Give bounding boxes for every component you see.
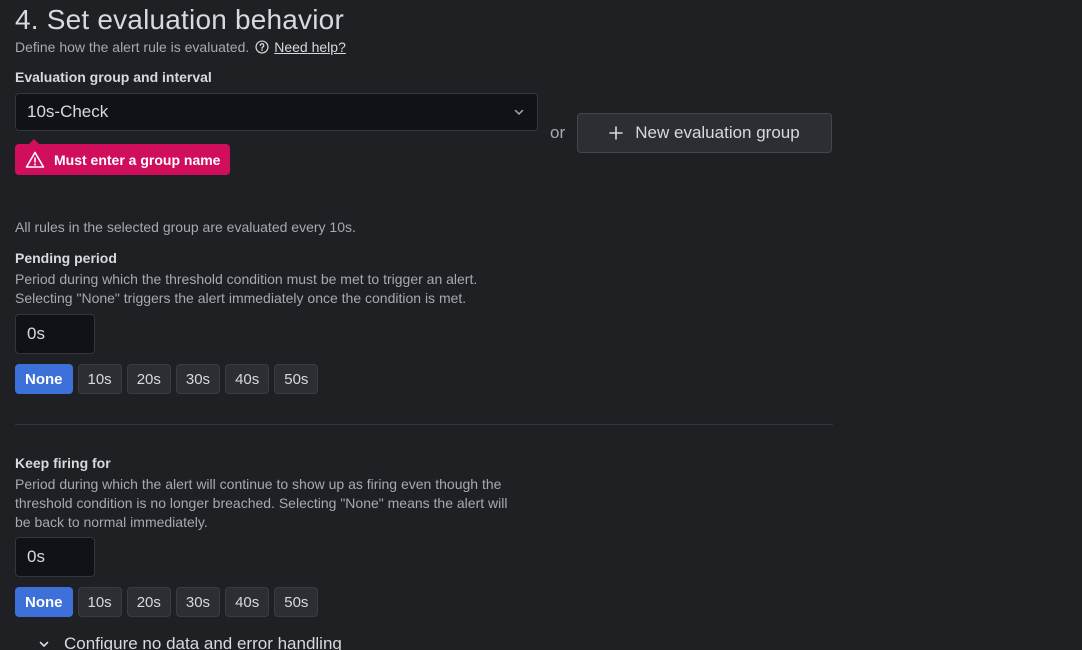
pending-option-20s[interactable]: 20s [126, 364, 171, 394]
section-divider [15, 424, 833, 425]
keep-firing-option-10s[interactable]: 10s [77, 587, 122, 617]
question-circle-icon [255, 40, 269, 54]
pending-option-40s[interactable]: 40s [225, 364, 270, 394]
pending-period-description: Period during which the threshold condit… [15, 271, 478, 306]
keep-firing-description: Period during which the alert will conti… [15, 476, 508, 530]
group-name-error: Must enter a group name [15, 139, 231, 175]
plus-icon [609, 126, 624, 140]
evaluation-behavior-section: 4. Set evaluation behavior Define how th… [0, 0, 1082, 650]
pending-option-10s[interactable]: 10s [77, 364, 122, 394]
pending-period-value: 0s [27, 324, 45, 343]
pending-period-label: Pending period [15, 250, 117, 266]
section-title: 4. Set evaluation behavior [15, 4, 344, 35]
keep-firing-options: None 10s 20s 30s 40s 50s [15, 587, 319, 617]
keep-firing-option-20s[interactable]: 20s [126, 587, 171, 617]
pending-option-none[interactable]: None [15, 364, 73, 394]
evaluation-group-value: 10s-Check [27, 102, 109, 121]
keep-firing-label: Keep firing for [15, 455, 111, 471]
evaluation-group-select[interactable]: 10s-Check [15, 93, 538, 131]
error-message: Must enter a group name [54, 151, 221, 168]
new-evaluation-group-label: New evaluation group [635, 123, 800, 142]
or-separator: or [550, 123, 566, 142]
keep-firing-input[interactable]: 0s [15, 537, 95, 577]
no-data-error-handling-toggle[interactable]: Configure no data and error handling [38, 634, 342, 650]
pending-option-30s[interactable]: 30s [175, 364, 221, 394]
pending-option-50s[interactable]: 50s [274, 364, 319, 394]
evaluation-info-text: All rules in the selected group are eval… [15, 219, 356, 235]
keep-firing-option-40s[interactable]: 40s [225, 587, 270, 617]
keep-firing-value: 0s [27, 547, 45, 566]
chevron-down-icon [39, 641, 49, 647]
no-data-error-handling-label: Configure no data and error handling [64, 634, 342, 650]
warning-triangle-icon [25, 151, 45, 168]
evaluation-group-label: Evaluation group and interval [15, 69, 212, 85]
chevron-down-icon [514, 109, 524, 115]
new-evaluation-group-button[interactable]: New evaluation group [577, 113, 832, 153]
pending-period-options: None 10s 20s 30s 40s 50s [15, 364, 319, 394]
pending-period-input[interactable]: 0s [15, 314, 95, 354]
keep-firing-option-50s[interactable]: 50s [274, 587, 319, 617]
keep-firing-option-none[interactable]: None [15, 587, 73, 617]
keep-firing-option-30s[interactable]: 30s [175, 587, 221, 617]
need-help-label: Need help? [274, 39, 346, 55]
subtitle-text: Define how the alert rule is evaluated. [15, 39, 250, 55]
section-subtitle: Define how the alert rule is evaluated. … [15, 39, 346, 55]
need-help-link[interactable]: Need help? [255, 39, 346, 55]
